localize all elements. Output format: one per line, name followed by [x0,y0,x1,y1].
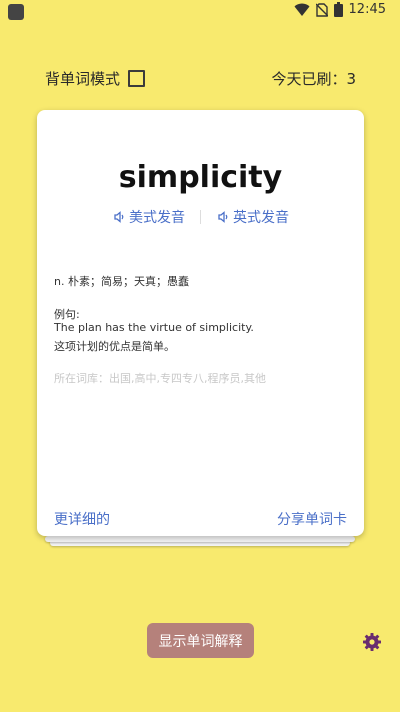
app-icon [8,4,24,20]
share-card-link[interactable]: 分享单词卡 [277,509,347,529]
wifi-icon [294,3,310,16]
show-explanation-button[interactable]: 显示单词解释 [147,623,254,658]
card-stack-middle [45,536,355,542]
study-mode-checkbox[interactable] [128,70,146,87]
speaker-icon [114,211,124,223]
today-count: 今天已刷：3 [271,70,356,88]
speaker-icon [218,211,228,223]
example-english: The plan has the virtue of simplicity. [54,321,254,334]
no-sim-icon [315,2,328,17]
word-title: simplicity [118,160,283,195]
status-time: 12:45 [348,2,386,17]
status-bar: 12:45 [0,0,400,24]
status-right: 12:45 [294,2,386,17]
uk-pronunciation-label: 英式发音 [233,210,289,226]
more-details-link[interactable]: 更详细的 [54,509,110,529]
example-chinese: 这项计划的优点是简单。 [54,340,175,353]
pronunciation-divider [200,210,201,224]
word-card: simplicity 美式发音 英式发音 n. 朴素；简易；天真；愚蠢 例句: … [37,110,364,536]
pronunciation-row: 美式发音 英式发音 [37,207,364,227]
word-meaning: n. 朴素；简易；天真；愚蠢 [54,275,189,288]
us-pronunciation-label: 美式发音 [129,210,185,226]
gear-icon[interactable] [362,632,382,652]
battery-icon [333,2,343,17]
word-libraries: 所在词库：出国,高中,专四专八,程序员,其他 [54,372,266,385]
us-pronunciation-button[interactable]: 美式发音 [112,207,185,227]
study-mode-toggle[interactable]: 背单词模式 [45,68,146,89]
uk-pronunciation-button[interactable]: 英式发音 [216,207,289,227]
example-label: 例句: [54,308,80,321]
study-mode-label: 背单词模式 [45,70,121,88]
